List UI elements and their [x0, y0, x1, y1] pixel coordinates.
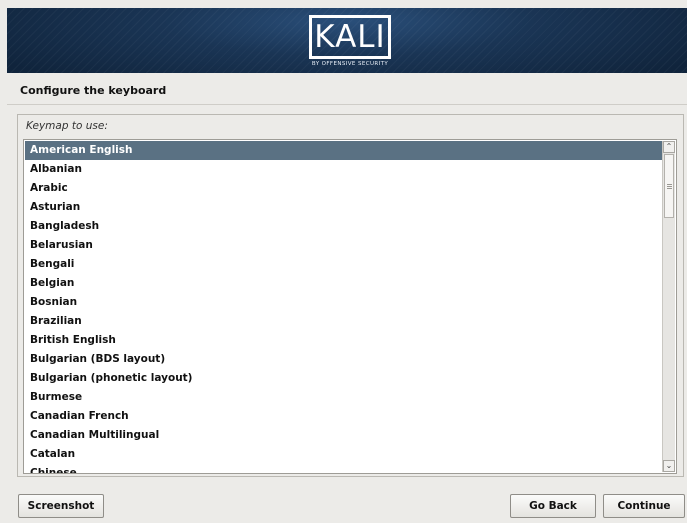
- scroll-up-button[interactable]: ⌃: [663, 141, 675, 153]
- scrollbar[interactable]: ⌃ ⌄: [662, 141, 675, 472]
- page-title: Configure the keyboard: [20, 84, 167, 97]
- keymap-option[interactable]: Bosnian: [25, 293, 663, 312]
- keymap-option[interactable]: Burmese: [25, 388, 663, 407]
- keymap-option[interactable]: Asturian: [25, 198, 663, 217]
- keymap-option[interactable]: Canadian Multilingual: [25, 426, 663, 445]
- keymap-label: Keymap to use:: [26, 120, 108, 132]
- kali-logo: KALI: [309, 15, 391, 59]
- keymap-option[interactable]: Bulgarian (BDS layout): [25, 350, 663, 369]
- grip-line: [667, 184, 672, 185]
- keymap-option[interactable]: Belarusian: [25, 236, 663, 255]
- divider: [7, 104, 687, 105]
- keymap-option[interactable]: Albanian: [25, 160, 663, 179]
- keymap-panel: Keymap to use: American English Albanian A…: [17, 114, 684, 477]
- chevron-down-icon: ⌄: [665, 461, 673, 470]
- keymap-option[interactable]: British English: [25, 331, 663, 350]
- keymap-option[interactable]: Catalan: [25, 445, 663, 464]
- keymap-option[interactable]: Chinese: [25, 464, 663, 473]
- keymap-option[interactable]: Bulgarian (phonetic layout): [25, 369, 663, 388]
- keymap-option[interactable]: Arabic: [25, 179, 663, 198]
- keymap-option[interactable]: Bangladesh: [25, 217, 663, 236]
- screenshot-button[interactable]: Screenshot: [18, 494, 104, 518]
- keymap-option[interactable]: American English: [25, 141, 663, 160]
- scroll-thumb[interactable]: [664, 154, 674, 218]
- keymap-option[interactable]: Brazilian: [25, 312, 663, 331]
- grip-line: [667, 188, 672, 189]
- keymap-option[interactable]: Canadian French: [25, 407, 663, 426]
- keymap-option[interactable]: Belgian: [25, 274, 663, 293]
- logo-subtitle: BY OFFENSIVE SECURITY: [311, 61, 389, 67]
- keymap-listbox[interactable]: American English Albanian Arabic Asturian Ba…: [23, 139, 677, 474]
- keymap-option[interactable]: Bengali: [25, 255, 663, 274]
- logo-text: KALI: [314, 18, 386, 55]
- chevron-up-icon: ⌃: [665, 142, 673, 151]
- grip-line: [667, 186, 672, 187]
- keymap-list: American English Albanian Arabic Asturian Ba…: [25, 141, 663, 473]
- go-back-button[interactable]: Go Back: [510, 494, 596, 518]
- scroll-down-button[interactable]: ⌄: [663, 460, 675, 472]
- kali-banner: KALI BY OFFENSIVE SECURITY: [7, 8, 687, 73]
- continue-button[interactable]: Continue: [603, 494, 685, 518]
